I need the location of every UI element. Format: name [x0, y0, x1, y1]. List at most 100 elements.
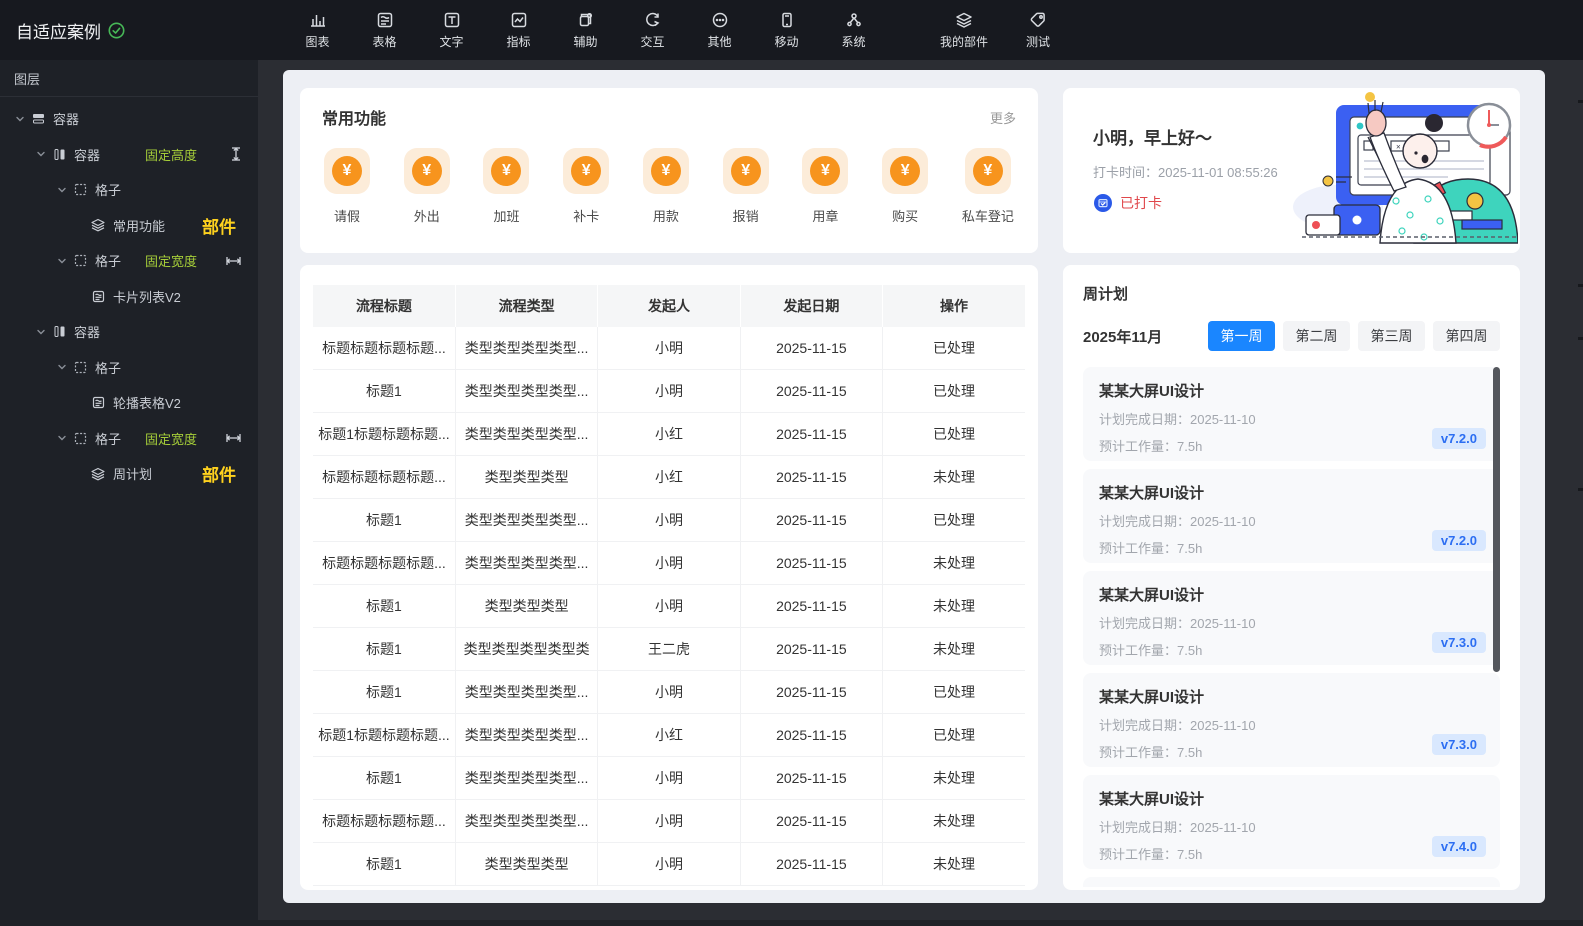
gutter-tick	[1578, 100, 1583, 103]
gutter-tick	[1578, 337, 1583, 340]
quick-function-label: 加班	[493, 209, 520, 224]
version-badge: v7.4.0	[1431, 836, 1486, 857]
cell-process-type: 类型类型类型类型...	[455, 412, 599, 456]
toolbar-nav-label: 移动	[774, 35, 799, 49]
layer-label: 格子	[95, 431, 122, 447]
week-plan-item[interactable]: 某某大屏UI设计 计划完成日期：2025-11-10 预计工作量：7.5h v7…	[1083, 571, 1500, 665]
toolbar-nav-item[interactable]: 表格	[351, 0, 418, 60]
cell-start-date: 2025-11-15	[740, 842, 884, 886]
plan-title: 某某大屏UI设计	[1099, 791, 1205, 808]
quick-functions-card: 常用功能 更多 ¥ 请假 ¥ 外出 ¥ 加班 ¥ 补卡 ¥ 用款 ¥ 报销 ¥ …	[300, 88, 1038, 253]
week-tab[interactable]: 第四周	[1433, 321, 1500, 351]
quick-function-item[interactable]: ¥ 私车登记	[962, 148, 1014, 225]
cell-process-title: 标题1	[313, 498, 456, 542]
quick-function-item[interactable]: ¥ 外出	[403, 148, 450, 225]
table-row[interactable]: 标题标题标题标题... 类型类型类型类型... 小明 2025-11-15 未处…	[313, 799, 1025, 843]
week-plan-item[interactable]: 某某大屏UI设计 计划完成日期：2025-11-10 预计工作量：7.5h v7…	[1083, 469, 1500, 563]
week-plan-item[interactable]	[1083, 877, 1500, 887]
week-plan-item[interactable]: 某某大屏UI设计 计划完成日期：2025-11-10 预计工作量：7.5h v7…	[1083, 775, 1500, 869]
week-plan-title: 周计划	[1083, 286, 1129, 303]
toolbar-nav-label: 图表	[305, 35, 330, 49]
layer-tree-row[interactable]: 卡片列表V2	[0, 279, 258, 315]
quick-function-item[interactable]: ¥ 用款	[642, 148, 689, 225]
table-row[interactable]: 标题1 类型类型类型 小明 2025-11-15 未处理	[313, 584, 1025, 628]
week-tab[interactable]: 第三周	[1358, 321, 1425, 351]
table-row[interactable]: 标题1 类型类型类型类型... 小明 2025-11-15 已处理	[313, 498, 1025, 542]
toolbar-nav-item[interactable]: 指标	[485, 0, 552, 60]
quick-function-label: 私车登记	[961, 209, 1014, 224]
chevron-down-icon[interactable]	[54, 433, 70, 443]
week-plan-item[interactable]: 某某大屏UI设计 计划完成日期：2025-11-10 预计工作量：7.5h v7…	[1083, 367, 1500, 461]
quick-function-item[interactable]: ¥ 加班	[483, 148, 530, 225]
chevron-down-icon[interactable]	[54, 362, 70, 372]
cell-process-type: 类型类型类型	[455, 842, 599, 886]
table-row[interactable]: 标题1 类型类型类型类型类 王二虎 2025-11-15 未处理	[313, 627, 1025, 671]
toolbar-nav-item[interactable]: 测试	[1001, 0, 1075, 60]
card-widget-icon	[90, 288, 106, 304]
process-table-card: 流程标题 流程类型 发起人 发起日期 操作 标题标题标题标题... 类型类型类型类型..…	[300, 265, 1038, 890]
toolbar-nav-item[interactable]: 我的部件	[927, 0, 1001, 60]
plan-title: 某某大屏UI设计	[1099, 383, 1205, 400]
toolbar-nav-item[interactable]: 交互	[619, 0, 686, 60]
quick-function-label: 报销	[732, 209, 759, 224]
toolbar-nav-item[interactable]: 其他	[686, 0, 753, 60]
table-row[interactable]: 标题标题标题标题... 类型类型类型 小红 2025-11-15 未处理	[313, 455, 1025, 499]
cell-process-type: 类型类型类型类型...	[455, 369, 599, 413]
quick-function-item[interactable]: ¥ 报销	[722, 148, 769, 225]
quick-function-label: 外出	[413, 209, 440, 224]
quick-function-item[interactable]: ¥ 补卡	[563, 148, 610, 225]
table-row[interactable]: 标题1标题标题标题... 类型类型类型类型... 小红 2025-11-15 已…	[313, 713, 1025, 757]
chevron-down-icon[interactable]	[12, 114, 28, 124]
cell-start-date: 2025-11-15	[740, 455, 884, 499]
chevron-down-icon[interactable]	[54, 256, 70, 266]
chevron-down-icon[interactable]	[33, 327, 49, 337]
more-link[interactable]: 更多	[990, 108, 1016, 127]
toolbar-nav-item[interactable]: 辅助	[552, 0, 619, 60]
layer-tree-row[interactable]: 格子	[0, 350, 258, 386]
plan-finish-date: 计划完成日期：2025-11-10	[1099, 412, 1256, 427]
editor-background: 常用功能 更多 ¥ 请假 ¥ 外出 ¥ 加班 ¥ 补卡 ¥ 用款 ¥ 报销 ¥ …	[258, 60, 1583, 926]
scrollbar-thumb[interactable]	[1493, 367, 1500, 672]
cell-start-date: 2025-11-15	[740, 799, 884, 843]
toolbar-nav-item[interactable]: 移动	[753, 0, 820, 60]
layer-tree-row[interactable]: 格子 固定宽度	[0, 243, 258, 279]
table-row[interactable]: 标题1 类型类型类型类型... 小明 2025-11-15 已处理	[313, 670, 1025, 714]
layer-tree-row[interactable]: 容器	[0, 101, 258, 137]
cell-initiator: 小明	[597, 498, 741, 542]
plan-finish-date: 计划完成日期：2025-11-10	[1099, 718, 1256, 733]
table-row[interactable]: 标题标题标题标题... 类型类型类型类型... 小明 2025-11-15 已处…	[313, 327, 1025, 370]
toolbar-nav-item[interactable]: 系统	[820, 0, 887, 60]
week-tabs: 第一周 第二周 第三周 第四周	[1200, 321, 1500, 351]
cell-process-title: 标题1	[313, 756, 456, 800]
table-row[interactable]: 标题1 类型类型类型类型... 小明 2025-11-15 已处理	[313, 369, 1025, 413]
layer-tree-row[interactable]: 格子	[0, 172, 258, 208]
cell-status: 已处理	[882, 498, 1025, 542]
quick-function-label: 用款	[652, 209, 679, 224]
week-plan-item[interactable]: 某某大屏UI设计 计划完成日期：2025-11-10 预计工作量：7.5h v7…	[1083, 673, 1500, 767]
week-tab[interactable]: 第一周	[1208, 321, 1275, 351]
toolbar-nav-label: 系统	[841, 35, 866, 49]
toolbar-nav-item[interactable]: 图表	[284, 0, 351, 60]
quick-function-item[interactable]: ¥ 请假	[324, 148, 370, 225]
layer-tree-row[interactable]: 轮播表格V2	[0, 385, 258, 421]
layer-tree-row[interactable]: 容器 固定高度	[0, 137, 258, 173]
cell-process-title: 标题1	[313, 369, 456, 413]
quick-function-item[interactable]: ¥ 购买	[882, 148, 929, 225]
layer-label: 轮播表格V2	[113, 396, 181, 412]
table-row[interactable]: 标题1标题标题标题... 类型类型类型类型... 小红 2025-11-15 已…	[313, 412, 1025, 456]
layer-tree-row[interactable]: 格子 固定宽度	[0, 421, 258, 457]
chevron-down-icon[interactable]	[33, 149, 49, 159]
toolbar-nav-item[interactable]: 文字	[418, 0, 485, 60]
layer-tree-row[interactable]: 常用功能 部件	[0, 208, 258, 244]
table-row[interactable]: 标题1 类型类型类型类型... 小明 2025-11-15 未处理	[313, 756, 1025, 800]
layout-constraint-tag: 固定宽度	[145, 431, 198, 447]
toolbar-nav-group-right: 我的部件 测试	[927, 0, 1075, 60]
quick-function-item[interactable]: ¥ 用章	[802, 148, 849, 225]
design-canvas[interactable]: 常用功能 更多 ¥ 请假 ¥ 外出 ¥ 加班 ¥ 补卡 ¥ 用款 ¥ 报销 ¥ …	[283, 70, 1545, 903]
week-tab[interactable]: 第二周	[1283, 321, 1350, 351]
layer-tree-row[interactable]: 周计划 部件	[0, 456, 258, 492]
chevron-down-icon[interactable]	[54, 185, 70, 195]
table-row[interactable]: 标题1 类型类型类型 小明 2025-11-15 未处理	[313, 842, 1025, 886]
table-row[interactable]: 标题标题标题标题... 类型类型类型类型... 小明 2025-11-15 未处…	[313, 541, 1025, 585]
layer-tree-row[interactable]: 容器	[0, 314, 258, 350]
